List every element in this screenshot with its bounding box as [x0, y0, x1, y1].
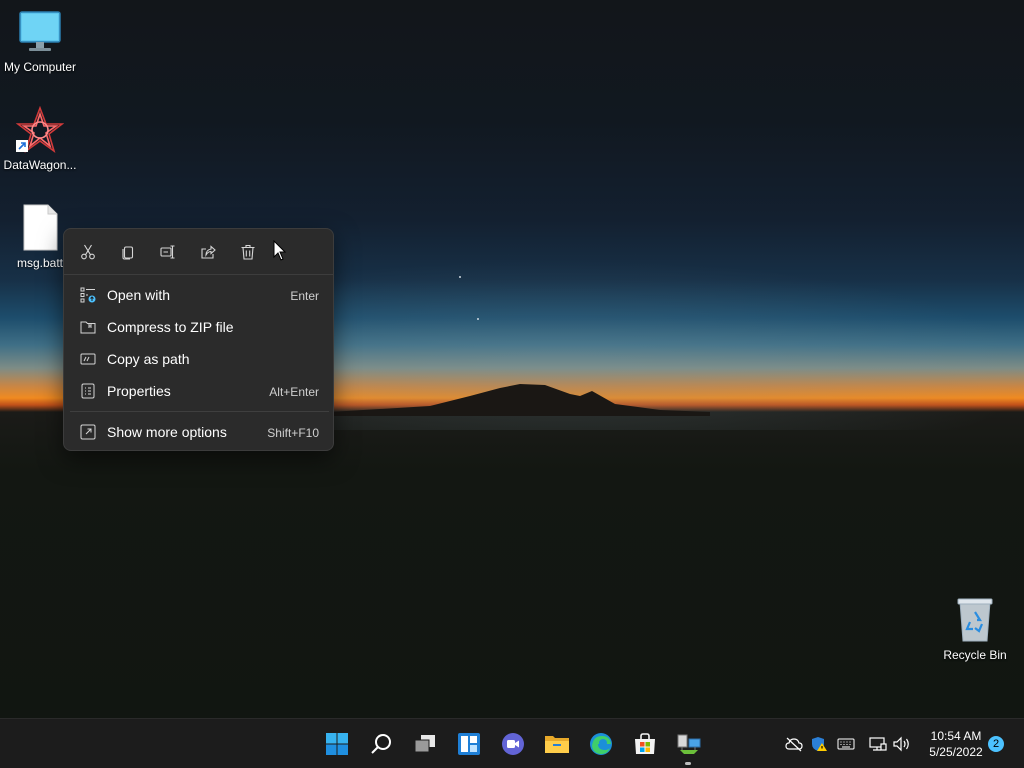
- recycle-bin-icon: [951, 596, 999, 644]
- context-menu-toolbar: [64, 229, 333, 275]
- menu-item-shortcut: Enter: [290, 289, 319, 303]
- widgets-icon: [458, 733, 480, 755]
- scissors-icon: [81, 244, 95, 260]
- show-more-icon: [80, 424, 96, 440]
- clock-date: 5/25/2022: [929, 745, 983, 759]
- cut-button[interactable]: [72, 237, 104, 267]
- search-icon: [371, 734, 391, 754]
- taskbar-task-view-button[interactable]: [409, 728, 441, 760]
- delete-button[interactable]: [232, 237, 264, 267]
- taskbar-chat-button[interactable]: [497, 728, 529, 760]
- taskbar: 10:54 AM 5/25/2022 2: [0, 718, 1024, 768]
- desktop-icon-recycle-bin[interactable]: Recycle Bin: [935, 596, 1015, 662]
- taskbar-widgets-button[interactable]: [453, 728, 485, 760]
- keyboard-icon[interactable]: [837, 736, 855, 752]
- taskbar-clock[interactable]: 10:54 AM 5/25/2022: [918, 728, 994, 760]
- taskbar-start-button[interactable]: [321, 728, 353, 760]
- folder-icon: [545, 736, 569, 753]
- menu-item-shortcut: Shift+F10: [267, 426, 319, 440]
- wallpaper-star: [459, 276, 461, 278]
- desktop-icon-label: My Computer: [3, 60, 77, 74]
- clock-time: 10:54 AM: [930, 729, 982, 743]
- chat-icon: [502, 733, 524, 755]
- store-icon: [635, 733, 655, 754]
- copy-icon: [122, 246, 134, 260]
- notification-badge[interactable]: 2: [988, 736, 1004, 752]
- security-warning-icon[interactable]: [810, 736, 828, 752]
- taskbar-search-button[interactable]: [365, 728, 397, 760]
- menu-item-label: Open with: [107, 287, 171, 303]
- network-app-icon: [677, 734, 701, 754]
- share-button[interactable]: [192, 237, 224, 267]
- rename-icon: [160, 245, 175, 259]
- edge-icon: [590, 733, 612, 755]
- share-icon: [201, 245, 216, 259]
- desktop-icon-label: Recycle Bin: [943, 648, 1007, 662]
- rename-button[interactable]: [152, 237, 184, 267]
- menu-item-open-with[interactable]: Open with Enter: [70, 280, 329, 310]
- taskbar-store-button[interactable]: [629, 728, 661, 760]
- taskbar-network-app-button[interactable]: [673, 728, 705, 760]
- task-view-icon: [414, 735, 435, 753]
- zip-folder-icon: [80, 321, 96, 334]
- cloud-off-icon[interactable]: [785, 736, 803, 752]
- desktop-icon-datawagon[interactable]: DataWagon...: [0, 105, 80, 172]
- menu-item-label: Compress to ZIP file: [107, 319, 234, 335]
- menu-item-shortcut: Alt+Enter: [269, 385, 319, 399]
- datawagon-app-icon: [15, 105, 65, 154]
- menu-item-compress-zip[interactable]: Compress to ZIP file: [70, 312, 329, 342]
- menu-item-label: Properties: [107, 383, 171, 399]
- mouse-cursor-icon: [273, 240, 287, 261]
- context-menu: Open with Enter Compress to ZIP file Cop…: [63, 228, 334, 451]
- network-icon[interactable]: [869, 736, 887, 752]
- trash-icon: [241, 244, 255, 260]
- menu-separator: [70, 411, 329, 412]
- windows-start-icon: [326, 733, 348, 755]
- copy-path-icon: [80, 353, 96, 365]
- volume-icon[interactable]: [893, 736, 911, 752]
- taskbar-edge-button[interactable]: [585, 728, 617, 760]
- open-with-icon: [80, 287, 96, 303]
- menu-item-properties[interactable]: Properties Alt+Enter: [70, 376, 329, 406]
- taskbar-file-explorer-button[interactable]: [541, 728, 573, 760]
- monitor-icon: [16, 8, 64, 56]
- mountain-silhouette: [330, 384, 710, 416]
- menu-item-label: Copy as path: [107, 351, 190, 367]
- copy-button[interactable]: [112, 237, 144, 267]
- properties-icon: [81, 383, 95, 399]
- menu-item-show-more-options[interactable]: Show more options Shift+F10: [70, 417, 329, 447]
- menu-item-label: Show more options: [107, 424, 227, 440]
- file-icon: [16, 204, 64, 252]
- wallpaper-star: [477, 318, 479, 320]
- desktop-icon-label: DataWagon...: [3, 158, 77, 172]
- desktop-icon-my-computer[interactable]: My Computer: [0, 8, 80, 74]
- running-app-indicator: [685, 762, 691, 765]
- menu-item-copy-as-path[interactable]: Copy as path: [70, 344, 329, 374]
